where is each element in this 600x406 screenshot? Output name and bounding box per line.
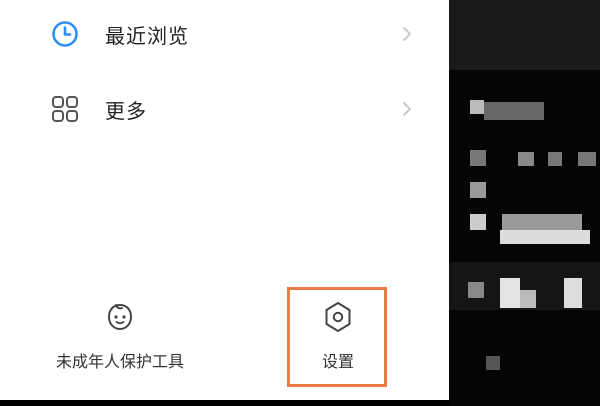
minor-protection-tool-button[interactable]: 未成年人保护工具: [40, 300, 200, 372]
pixelated-block: [564, 278, 582, 308]
child-face-icon: [107, 303, 133, 331]
pixelated-block: [470, 150, 486, 166]
pixelated-block: [500, 278, 520, 308]
pixelated-block: [502, 214, 582, 230]
pixelated-block: [470, 214, 486, 230]
menu-item-more[interactable]: 更多: [0, 81, 449, 137]
chevron-right-icon: [403, 27, 411, 41]
pixelated-block: [470, 182, 486, 198]
pixelated-block: [468, 282, 484, 298]
pixelated-block: [470, 100, 484, 114]
grid-icon: [52, 96, 78, 122]
pixelated-block: [518, 152, 534, 166]
pixelated-block: [484, 102, 544, 120]
menu-item-label: 更多: [105, 98, 147, 123]
menu-item-recent[interactable]: 最近浏览: [0, 6, 449, 62]
highlight-box: [287, 287, 387, 387]
pixelated-block: [548, 152, 562, 166]
minor-protection-tool-label: 未成年人保护工具: [55, 352, 184, 371]
bottom-edge: [0, 400, 449, 406]
pixelated-block: [578, 152, 596, 166]
chevron-right-icon: [403, 102, 411, 116]
clock-icon: [52, 21, 78, 47]
pixelated-block: [520, 290, 536, 308]
background-content-top: [449, 0, 600, 70]
pixelated-block: [500, 230, 590, 244]
side-drawer: 最近浏览 更多 未成年人保护工具 设置: [0, 0, 449, 400]
menu-item-label: 最近浏览: [105, 23, 189, 48]
pixelated-block: [486, 356, 500, 370]
